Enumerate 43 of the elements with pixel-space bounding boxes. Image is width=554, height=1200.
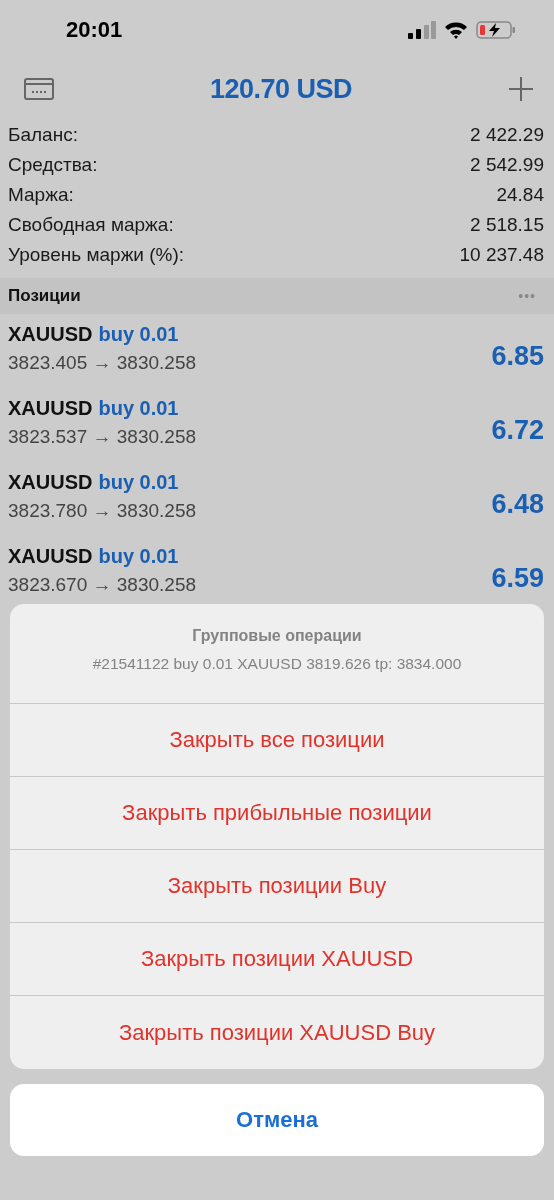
summary-label: Уровень маржи (%): <box>8 244 185 266</box>
summary-label: Свободная маржа: <box>8 214 174 236</box>
position-prices: 3823.670 → 3830.258 <box>8 573 197 596</box>
sheet-subtitle: #21541122 buy 0.01 XAUUSD 3819.626 tp: 3834.000 <box>92 654 462 673</box>
battery-charging-icon <box>476 21 516 39</box>
summary-value: 2 542.99 <box>470 154 544 176</box>
action-button[interactable]: Закрыть прибыльные позиции <box>10 777 544 850</box>
summary-value: 2 518.15 <box>470 214 544 236</box>
position-profit: 6.85 <box>491 340 544 372</box>
cancel-button[interactable]: Отмена <box>10 1084 544 1156</box>
position-profit: 6.72 <box>491 414 544 446</box>
section-title: Позиции <box>8 286 81 306</box>
summary-label: Маржа: <box>8 184 74 206</box>
position-prices: 3823.537 → 3830.258 <box>8 425 197 448</box>
summary-value: 24.84 <box>496 184 544 206</box>
position-symbol: XAUUSD <box>8 322 93 346</box>
sheet-title: Групповые операции <box>192 626 362 645</box>
signal-icon <box>408 21 436 39</box>
position-prices: 3823.405 → 3830.258 <box>8 351 197 374</box>
balance-title: 120.70 USD <box>209 73 353 105</box>
action-button[interactable]: Закрыть позиции XAUUSD <box>10 923 544 996</box>
card-icon[interactable] <box>24 78 54 100</box>
action-button[interactable]: Закрыть все позиции <box>10 704 544 777</box>
status-time: 20:01 <box>66 17 123 43</box>
summary-label: Баланс: <box>8 124 78 146</box>
action-button[interactable]: Закрыть позиции XAUUSD Buy <box>10 996 544 1069</box>
action-button[interactable]: Закрыть позиции Buy <box>10 850 544 923</box>
position-side: buy 0.01 <box>98 322 179 346</box>
wifi-icon <box>444 21 468 39</box>
position-prices: 3823.780 → 3830.258 <box>8 499 197 522</box>
position-symbol: XAUUSD <box>8 470 93 494</box>
summary-value: 2 422.29 <box>470 124 544 146</box>
position-side: buy 0.01 <box>98 544 179 568</box>
summary-label: Средства: <box>8 154 98 176</box>
position-side: buy 0.01 <box>98 470 179 494</box>
position-profit: 6.48 <box>491 488 544 520</box>
position-symbol: XAUUSD <box>8 544 93 568</box>
position-symbol: XAUUSD <box>8 396 93 420</box>
position-profit: 6.59 <box>491 562 544 594</box>
position-side: buy 0.01 <box>98 396 179 420</box>
more-icon[interactable]: ••• <box>518 288 536 304</box>
plus-icon[interactable] <box>508 76 534 102</box>
summary-value: 10 237.48 <box>459 244 544 266</box>
